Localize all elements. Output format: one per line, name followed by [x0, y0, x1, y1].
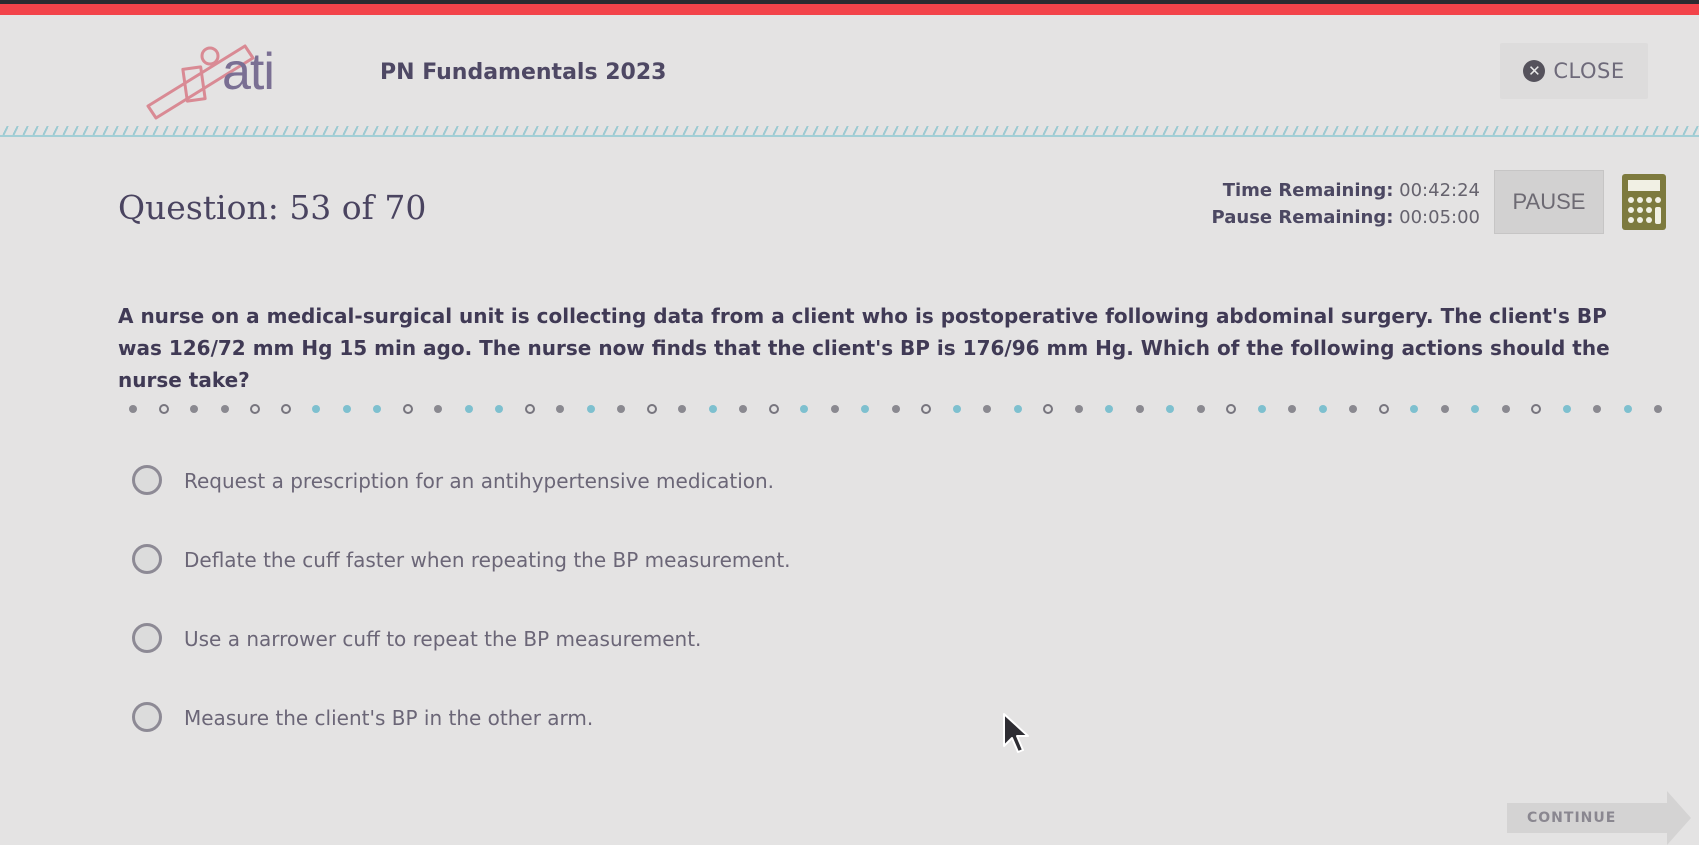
answer-option-label: Deflate the cuff faster when repeating t… [184, 548, 791, 572]
divider-dot [1613, 401, 1644, 417]
divider-dot [1460, 401, 1491, 417]
timers: Time Remaining: 00:42:24 Pause Remaining… [1212, 177, 1480, 231]
divider-dot [820, 401, 851, 417]
pause-remaining-value: 00:05:00 [1399, 207, 1480, 228]
divider-dot [332, 401, 363, 417]
divider-dot [1094, 401, 1125, 417]
divider-dot [118, 401, 149, 417]
continue-label: CONTINUE [1527, 810, 1617, 826]
divider-dot [484, 401, 515, 417]
pause-button[interactable]: PAUSE [1494, 170, 1604, 234]
divider-dot [1033, 401, 1064, 417]
divider-dot [942, 401, 973, 417]
answer-option-label: Use a narrower cuff to repeat the BP mea… [184, 627, 702, 651]
header-divider [0, 124, 1699, 142]
divider-dot [1308, 401, 1339, 417]
app-title: PN Fundamentals 2023 [380, 60, 667, 85]
divider-dot [1369, 401, 1400, 417]
divider-dot [1430, 401, 1461, 417]
divider-dot [789, 401, 820, 417]
divider-dot [1552, 401, 1583, 417]
answer-option[interactable]: Deflate the cuff faster when repeating t… [132, 544, 791, 626]
logo-text: ati [222, 43, 275, 101]
answer-option[interactable]: Request a prescription for an antihypert… [132, 465, 791, 547]
calculator-icon[interactable] [1621, 173, 1667, 231]
divider-dot [728, 401, 759, 417]
pause-remaining: Pause Remaining: 00:05:00 [1212, 204, 1480, 231]
divider-dot [1521, 401, 1552, 417]
time-remaining: Time Remaining: 00:42:24 [1212, 177, 1480, 204]
close-circle-icon: ✕ [1523, 60, 1546, 82]
divider-dot [1582, 401, 1613, 417]
dotted-divider [118, 401, 1678, 417]
divider-dot [1399, 401, 1430, 417]
time-remaining-value: 00:42:24 [1399, 180, 1480, 201]
divider-dot [1125, 401, 1156, 417]
divider-dot [1277, 401, 1308, 417]
radio-button[interactable] [132, 465, 162, 495]
divider-dot [759, 401, 790, 417]
divider-dot [545, 401, 576, 417]
divider-dot [1186, 401, 1217, 417]
divider-dot [667, 401, 698, 417]
divider-dot [179, 401, 210, 417]
divider-dot [423, 401, 454, 417]
divider-dot [1216, 401, 1247, 417]
radio-button[interactable] [132, 544, 162, 574]
divider-dot [271, 401, 302, 417]
answer-option-label: Measure the client's BP in the other arm… [184, 706, 594, 730]
top-accent-bar [0, 4, 1699, 15]
divider-dot [1247, 401, 1278, 417]
divider-dot [393, 401, 424, 417]
question-counter: Question: 53 of 70 [118, 188, 427, 227]
divider-dot [698, 401, 729, 417]
divider-dot [637, 401, 668, 417]
divider-dot [1491, 401, 1522, 417]
divider-dot [1003, 401, 1034, 417]
continue-button[interactable]: CONTINUE [1507, 791, 1691, 845]
divider-dot [362, 401, 393, 417]
divider-dot [881, 401, 912, 417]
divider-dot [972, 401, 1003, 417]
divider-dot [576, 401, 607, 417]
pause-remaining-label: Pause Remaining: [1211, 207, 1394, 228]
divider-dot [515, 401, 546, 417]
divider-dot [911, 401, 942, 417]
divider-dot [210, 401, 241, 417]
divider-dot [1643, 401, 1674, 417]
divider-dot [240, 401, 271, 417]
answer-option[interactable]: Use a narrower cuff to repeat the BP mea… [132, 623, 791, 705]
divider-dot [850, 401, 881, 417]
mouse-pointer-icon [1003, 713, 1029, 753]
radio-button[interactable] [132, 623, 162, 653]
divider-dot [301, 401, 332, 417]
close-button[interactable]: ✕ CLOSE [1500, 43, 1648, 99]
divider-dot [1155, 401, 1186, 417]
close-label: CLOSE [1553, 59, 1625, 83]
divider-dot [606, 401, 637, 417]
question-stem: A nurse on a medical-surgical unit is co… [118, 304, 1610, 392]
time-remaining-label: Time Remaining: [1222, 180, 1394, 201]
divider-dot [454, 401, 485, 417]
answer-options: Request a prescription for an antihypert… [132, 465, 791, 784]
answer-option[interactable]: Measure the client's BP in the other arm… [132, 702, 791, 784]
answer-option-label: Request a prescription for an antihypert… [184, 469, 775, 493]
divider-dot [1338, 401, 1369, 417]
divider-dot [149, 401, 180, 417]
divider-dot [1064, 401, 1095, 417]
radio-button[interactable] [132, 702, 162, 732]
